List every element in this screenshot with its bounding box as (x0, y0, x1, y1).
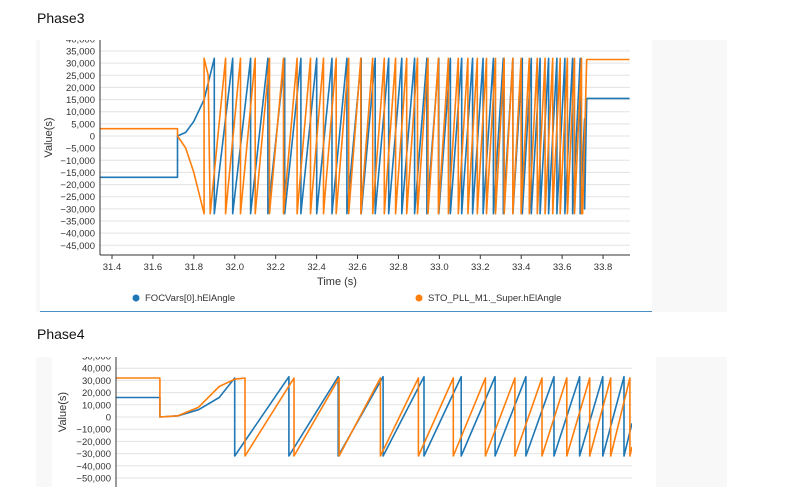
phase3-line-chart: 40,00035,000 30,00025,00020,00015,00010,0… (43, 40, 630, 304)
y-tick-label: −20,000 (76, 437, 111, 448)
y-axis-label: Value(s) (57, 392, 69, 432)
y-tick-label: −5,000 (66, 144, 95, 155)
y-tick-label: 30,000 (82, 376, 111, 387)
legend-marker-2 (415, 294, 423, 302)
x-tick-label: 32.0 (226, 262, 245, 273)
y-tick-label: 40,000 (66, 40, 95, 45)
y-tick-label: 0 (106, 413, 111, 424)
x-tick-label: 32.6 (348, 262, 367, 273)
y-tick-label: −50,000 (76, 474, 111, 485)
x-tick-label: 31.8 (185, 262, 204, 273)
x-tick-label: 33.0 (430, 262, 449, 273)
x-tick-label: 32.4 (307, 262, 326, 273)
x-tick-label: 33.8 (594, 262, 613, 273)
y-tick-label: −35,000 (60, 217, 95, 228)
x-tick-label: 31.6 (144, 262, 163, 273)
y-tick-label: −20,000 (60, 180, 95, 191)
y-tick-label: 5,000 (71, 119, 95, 130)
y-tick-label: −30,000 (76, 449, 111, 460)
y-tick-label: −25,000 (60, 192, 95, 203)
y-tick-label: 35,000 (66, 46, 95, 57)
y-tick-label: 20,000 (82, 388, 111, 399)
legend-marker-1 (132, 294, 140, 302)
x-tick-label: 33.2 (471, 262, 490, 273)
y-tick-label: 15,000 (66, 95, 95, 106)
y-tick-label: 40,000 (82, 364, 111, 375)
x-tick-label: 33.4 (512, 262, 531, 273)
x-tick-label: 32.8 (389, 262, 408, 273)
x-tick-label: 33.6 (553, 262, 572, 273)
y-tick-label: −30,000 (60, 204, 95, 215)
x-tick-label: 31.4 (103, 262, 122, 273)
y-tick-label: −10,000 (60, 156, 95, 167)
y-tick-label: −15,000 (60, 168, 95, 179)
section-title-phase3: Phase3 (37, 10, 85, 26)
legend-label-1: FOCVars[0].hElAngle (145, 293, 235, 304)
y-tick-label: 20,000 (66, 83, 95, 94)
x-axis-label: Time (s) (317, 276, 357, 288)
y-tick-label: 30,000 (66, 59, 95, 70)
y-tick-label: −45,000 (60, 241, 95, 252)
x-tick-label: 32.2 (266, 262, 285, 273)
legend-label-2: STO_PLL_M1._Super.hElAngle (428, 293, 561, 304)
y-tick-label: −40,000 (60, 229, 95, 240)
y-tick-label: 25,000 (66, 71, 95, 82)
y-tick-label: −10,000 (76, 425, 111, 436)
y-tick-label: 10,000 (82, 400, 111, 411)
y-tick-label: 10,000 (66, 107, 95, 118)
y-axis-label: Value(s) (43, 117, 55, 157)
y-tick-label: −40,000 (76, 461, 111, 472)
y-tick-label: 0 (90, 132, 95, 143)
phase4-line-chart: 50,00040,00030,00020,00010,000 0−10,000−2… (57, 357, 632, 487)
section-title-phase4: Phase4 (37, 326, 85, 342)
y-tick-label: 50,000 (82, 357, 111, 363)
